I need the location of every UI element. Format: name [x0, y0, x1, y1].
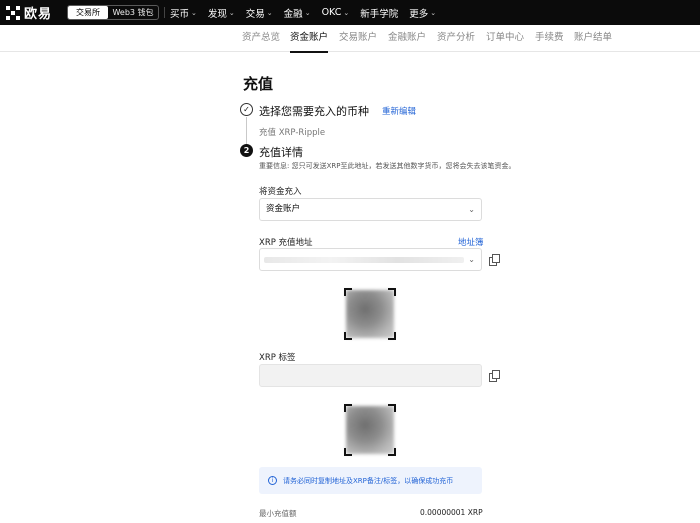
- step2-number-badge: 2: [240, 144, 253, 157]
- tab-fees[interactable]: 手续费: [535, 25, 564, 52]
- tab-asset-overview[interactable]: 资产总览: [242, 25, 280, 52]
- deposit-address-field[interactable]: ⌄: [259, 248, 482, 271]
- qr-corner: [388, 404, 396, 412]
- active-tab-underline: [290, 51, 329, 53]
- nav-more[interactable]: 更多 ⌄: [409, 6, 436, 20]
- min-deposit-label: 最小充值额: [259, 509, 297, 518]
- exchange-tab[interactable]: 交易所: [68, 6, 108, 19]
- asset-sub-navigation: 资产总览 资金账户 交易账户 金融账户 资产分析 订单中心 手续费 账户结单: [0, 25, 700, 53]
- logo-icon: [6, 5, 20, 20]
- chevron-down-icon: ⌄: [468, 205, 475, 214]
- chevron-down-icon: ⌄: [430, 8, 437, 17]
- okx-logo[interactable]: 欧易: [6, 4, 53, 22]
- deposit-account-select[interactable]: 资金账户 ⌄: [259, 198, 482, 221]
- qr-corner: [344, 404, 352, 412]
- chevron-down-icon: ⌄: [228, 8, 235, 17]
- top-navigation-bar: 欧易 交易所 Web3 钱包 买币 ⌄ 发现 ⌄ 交易 ⌄ 金融 ⌄ OKC ⌄ 新手学院…: [0, 0, 700, 25]
- min-deposit-value: 0.00000001 XRP: [420, 508, 483, 517]
- nav-finance[interactable]: 金融 ⌄: [284, 6, 311, 20]
- important-notice: 重要信息: 您只可发送XRP至此地址，若发送其他数字货币，您将会失去该笔资金。: [259, 162, 516, 170]
- chevron-down-icon: ⌄: [191, 8, 197, 17]
- qr-corner: [388, 332, 396, 340]
- xrp-tag-field[interactable]: [259, 364, 482, 387]
- web3-wallet-tab[interactable]: Web3 钱包: [108, 6, 158, 19]
- tab-trading-account[interactable]: 交易账户: [339, 25, 377, 52]
- chevron-down-icon: ⌄: [304, 8, 311, 17]
- copy-reminder-banner: i 请务必同时复制地址及XRP备注/标签，以确保成功充币: [259, 467, 482, 494]
- tag-qr-code: [344, 404, 396, 456]
- deposit-to-label: 将资金充入: [259, 187, 302, 197]
- deposit-account-value: 资金账户: [266, 204, 301, 214]
- chevron-down-icon: ⌄: [343, 8, 350, 17]
- tab-account-statement[interactable]: 账户结单: [574, 25, 612, 52]
- xrp-tag-label: XRP 标签: [259, 353, 296, 363]
- platform-switch: 交易所 Web3 钱包: [67, 5, 159, 20]
- nav-label: 金融: [283, 8, 303, 20]
- nav-buy-crypto[interactable]: 买币 ⌄: [170, 6, 197, 20]
- info-icon: i: [268, 476, 277, 485]
- step1-title: 选择您需要充入的币种: [259, 105, 369, 118]
- step-connector: [246, 117, 247, 144]
- page-title: 充值: [243, 75, 274, 93]
- copy-tag-icon[interactable]: [489, 370, 500, 382]
- nav-trade[interactable]: 交易 ⌄: [246, 6, 273, 20]
- copy-address-icon[interactable]: [489, 254, 500, 266]
- tab-order-center[interactable]: 订单中心: [486, 25, 524, 52]
- nav-label: 更多: [409, 8, 429, 20]
- nav-okc[interactable]: OKC ⌄: [322, 7, 350, 18]
- tab-label: 资金账户: [290, 32, 329, 43]
- tab-funding-account[interactable]: 资金账户: [290, 25, 329, 53]
- nav-discover[interactable]: 发现 ⌄: [208, 6, 235, 20]
- address-qr-code: [344, 288, 396, 340]
- tab-asset-analysis[interactable]: 资产分析: [437, 25, 475, 52]
- re-edit-link[interactable]: 重新编辑: [382, 105, 416, 117]
- qr-corner: [344, 332, 352, 340]
- nav-label: 买币: [170, 8, 190, 20]
- xrp-address-label: XRP 充值地址: [259, 238, 313, 248]
- qr-corner: [344, 288, 352, 296]
- logo-text: 欧易: [24, 7, 53, 22]
- tab-finance-account[interactable]: 金融账户: [388, 25, 426, 52]
- chevron-down-icon: ⌄: [266, 8, 273, 17]
- qr-corner: [344, 448, 352, 456]
- address-book-link[interactable]: 地址簿: [458, 236, 484, 248]
- copy-reminder-text: 请务必同时复制地址及XRP备注/标签，以确保成功充币: [283, 477, 454, 485]
- nav-label: OKC: [321, 7, 342, 18]
- nav-divider: [164, 7, 165, 18]
- qr-corner: [388, 288, 396, 296]
- nav-label: 交易: [245, 8, 265, 20]
- blurred-address: [264, 257, 464, 263]
- nav-label: 发现: [207, 8, 227, 20]
- qr-image: [346, 290, 394, 338]
- qr-corner: [388, 448, 396, 456]
- top-nav-menu: 买币 ⌄ 发现 ⌄ 交易 ⌄ 金融 ⌄ OKC ⌄ 新手学院 更多 ⌄: [170, 0, 447, 25]
- nav-label: 新手学院: [360, 8, 399, 20]
- selected-currency: 充值 XRP-Ripple: [259, 128, 326, 138]
- qr-image: [346, 406, 394, 454]
- chevron-down-icon: ⌄: [468, 255, 475, 264]
- nav-academy[interactable]: 新手学院: [360, 6, 398, 20]
- step2-title: 充值详情: [259, 146, 303, 159]
- check-icon: ✓: [240, 103, 253, 116]
